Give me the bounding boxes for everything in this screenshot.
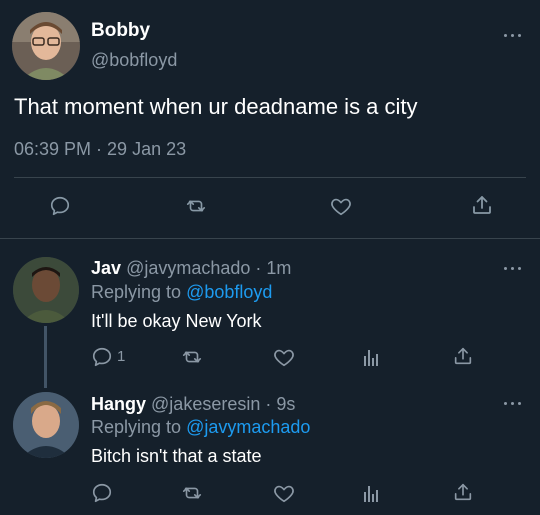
retweet-icon[interactable] bbox=[180, 346, 204, 368]
reply-text: Bitch isn't that a state bbox=[91, 446, 262, 466]
retweet-icon[interactable] bbox=[184, 195, 208, 217]
display-name[interactable]: Bobby bbox=[91, 20, 150, 42]
display-name[interactable]: Hangy bbox=[91, 394, 146, 414]
tweet-timestamp[interactable]: 06:39 PM · 29 Jan 23 bbox=[14, 139, 186, 160]
display-name[interactable]: Jav bbox=[91, 258, 121, 278]
more-options-icon[interactable] bbox=[502, 263, 524, 273]
more-options-icon[interactable] bbox=[502, 398, 524, 408]
retweet-icon[interactable] bbox=[180, 482, 204, 504]
like-icon[interactable] bbox=[272, 482, 296, 504]
replying-to-handle[interactable]: @bobfloyd bbox=[186, 282, 272, 302]
more-options-icon[interactable] bbox=[502, 30, 524, 40]
tweet-text: That moment when ur deadname is a city bbox=[14, 94, 418, 119]
replying-to-label: Replying to bbox=[91, 282, 182, 302]
avatar-hangy[interactable] bbox=[13, 392, 79, 458]
divider bbox=[14, 177, 526, 178]
handle[interactable]: @jakeseresin bbox=[151, 394, 260, 414]
thread-line bbox=[44, 326, 47, 388]
like-icon[interactable] bbox=[329, 195, 353, 217]
reply-count: 1 bbox=[117, 348, 126, 365]
like-icon[interactable] bbox=[272, 346, 296, 368]
avatar-jav[interactable] bbox=[13, 257, 79, 323]
reply-icon[interactable] bbox=[91, 482, 113, 504]
replying-to-line: Replying to @javymachado bbox=[91, 417, 310, 438]
share-icon[interactable] bbox=[452, 345, 474, 367]
reply-header: Jav @javymachado · 1m bbox=[91, 258, 291, 279]
replying-to-line: Replying to @bobfloyd bbox=[91, 282, 272, 303]
handle[interactable]: @javymachado bbox=[126, 258, 250, 278]
handle[interactable]: @bobfloyd bbox=[91, 50, 177, 71]
analytics-icon[interactable] bbox=[362, 346, 382, 368]
avatar-bobby[interactable] bbox=[12, 12, 80, 80]
reply-time[interactable]: · 1m bbox=[255, 258, 291, 278]
share-icon[interactable] bbox=[470, 193, 494, 217]
reply-icon[interactable] bbox=[91, 346, 113, 368]
divider bbox=[0, 238, 540, 239]
reply-text: It'll be okay New York bbox=[91, 311, 262, 331]
replying-to-handle[interactable]: @javymachado bbox=[186, 417, 310, 437]
reply-icon[interactable] bbox=[49, 195, 71, 217]
replying-to-label: Replying to bbox=[91, 417, 182, 437]
reply-header: Hangy @jakeseresin · 9s bbox=[91, 394, 295, 415]
reply-time[interactable]: · 9s bbox=[265, 394, 295, 414]
analytics-icon[interactable] bbox=[362, 482, 382, 504]
share-icon[interactable] bbox=[452, 481, 474, 503]
